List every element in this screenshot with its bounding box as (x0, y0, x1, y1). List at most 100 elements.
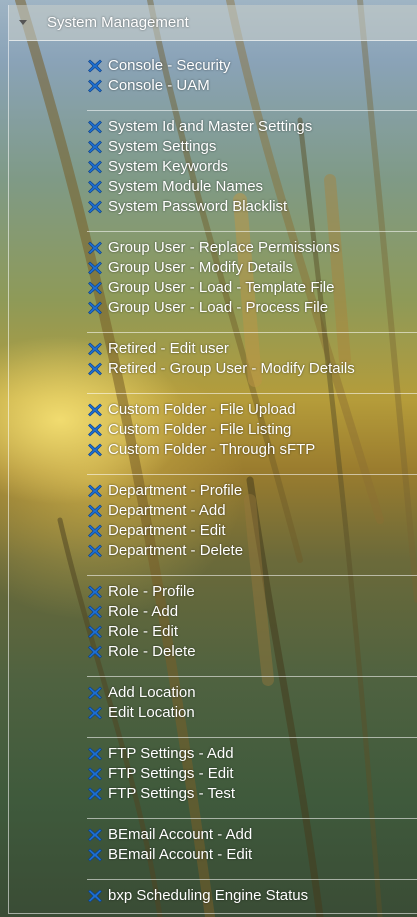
x-icon (88, 625, 102, 639)
menu-item[interactable]: BEmail Account - Add (87, 825, 417, 845)
menu-item-label: Custom Folder - Through sFTP (108, 441, 316, 458)
menu-item-label: BEmail Account - Add (108, 826, 253, 843)
menu-item-label: Role - Add (108, 603, 179, 620)
menu-item[interactable]: Custom Folder - File Listing (87, 420, 417, 440)
menu-group: Retired - Edit user Retired - Group User … (87, 339, 417, 394)
menu-item-label: Retired - Group User - Modify Details (108, 360, 355, 377)
menu-item-label: FTP Settings - Edit (108, 765, 234, 782)
menu-item-label: System Id and Master Settings (108, 118, 313, 135)
menu-group: Console - Security Console - UAM (87, 56, 417, 111)
menu-item-label: Add Location (108, 684, 196, 701)
menu-item-label: Group User - Load - Template File (108, 279, 335, 296)
menu-item-label: System Settings (108, 138, 217, 155)
x-icon (88, 767, 102, 781)
menu-item-label: Edit Location (108, 704, 195, 721)
menu-item[interactable]: Add Location (87, 683, 417, 703)
menu-item-label: bxp Scheduling Engine Status (108, 887, 309, 904)
x-icon (88, 160, 102, 174)
menu-item-label: Department - Delete (108, 542, 244, 559)
menu-item-label: Custom Folder - File Listing (108, 421, 292, 438)
x-icon (88, 403, 102, 417)
menu-item-label: System Keywords (108, 158, 229, 175)
menu-group: BEmail Account - Add BEmail Account - Edi… (87, 825, 417, 880)
menu-item-label: Department - Edit (108, 522, 226, 539)
caret-down-icon[interactable] (19, 20, 27, 25)
menu-group: Role - Profile Role - Add Role - Edit Role … (87, 582, 417, 677)
menu-item-label: Role - Delete (108, 643, 196, 660)
menu-item-label: Console - Security (108, 57, 231, 74)
menu-item[interactable]: Group User - Load - Template File (87, 278, 417, 298)
menu-item-label: FTP Settings - Add (108, 745, 234, 762)
menu-item[interactable]: Edit Location (87, 703, 417, 723)
menu-item[interactable]: Group User - Modify Details (87, 258, 417, 278)
x-icon (88, 585, 102, 599)
menu-group: bxp Scheduling Engine Status (87, 886, 417, 917)
menu-item[interactable]: Department - Add (87, 501, 417, 521)
menu-item[interactable]: Retired - Group User - Modify Details (87, 359, 417, 379)
menu-item[interactable]: BEmail Account - Edit (87, 845, 417, 865)
x-icon (88, 828, 102, 842)
menu-item-label: Group User - Modify Details (108, 259, 294, 276)
x-icon (88, 544, 102, 558)
menu-item[interactable]: System Id and Master Settings (87, 117, 417, 137)
menu-item[interactable]: Retired - Edit user (87, 339, 417, 359)
menu-item-label: Role - Profile (108, 583, 195, 600)
menu-item[interactable]: Console - UAM (87, 76, 417, 96)
menu-item[interactable]: FTP Settings - Test (87, 784, 417, 804)
x-icon (88, 362, 102, 376)
x-icon (88, 787, 102, 801)
menu-item[interactable]: System Keywords (87, 157, 417, 177)
menu-item-label: Custom Folder - File Upload (108, 401, 296, 418)
menu-item-label: Console - UAM (108, 77, 210, 94)
x-icon (88, 301, 102, 315)
menu-item[interactable]: FTP Settings - Edit (87, 764, 417, 784)
menu-group: Custom Folder - File Upload Custom Folder… (87, 400, 417, 475)
x-icon (88, 281, 102, 295)
x-icon (88, 484, 102, 498)
menu-group: FTP Settings - Add FTP Settings - Edit FTP… (87, 744, 417, 819)
background: System Management Console - Security Cons… (0, 0, 417, 917)
x-icon (88, 423, 102, 437)
menu-item[interactable]: System Module Names (87, 177, 417, 197)
x-icon (88, 747, 102, 761)
menu-item[interactable]: Role - Delete (87, 642, 417, 662)
menu-item-label: Role - Edit (108, 623, 179, 640)
x-icon (88, 848, 102, 862)
x-icon (88, 200, 102, 214)
x-icon (88, 889, 102, 903)
menu-item[interactable]: System Settings (87, 137, 417, 157)
menu-item[interactable]: FTP Settings - Add (87, 744, 417, 764)
menu-item[interactable]: Group User - Load - Process File (87, 298, 417, 318)
menu-item[interactable]: Role - Profile (87, 582, 417, 602)
x-icon (88, 645, 102, 659)
menu-item[interactable]: Custom Folder - File Upload (87, 400, 417, 420)
menu-group: Department - Profile Department - Add Depa… (87, 481, 417, 576)
x-icon (88, 443, 102, 457)
menu-item[interactable]: Group User - Replace Permissions (87, 238, 417, 258)
menu-item[interactable]: Department - Profile (87, 481, 417, 501)
x-icon (88, 605, 102, 619)
menu-group: Group User - Replace Permissions Group Us… (87, 238, 417, 333)
menu-item[interactable]: System Password Blacklist (87, 197, 417, 217)
menu-item[interactable]: bxp Scheduling Engine Status (87, 886, 417, 906)
panel-title: System Management (47, 14, 189, 31)
menu-item[interactable]: Department - Delete (87, 541, 417, 561)
x-icon (88, 180, 102, 194)
menu-item[interactable]: Console - Security (87, 56, 417, 76)
x-icon (88, 120, 102, 134)
menu-group: Add Location Edit Location (87, 683, 417, 738)
menu-item-label: Retired - Edit user (108, 340, 229, 357)
x-icon (88, 241, 102, 255)
menu-item[interactable]: Custom Folder - Through sFTP (87, 440, 417, 460)
x-icon (88, 140, 102, 154)
x-icon (88, 59, 102, 73)
x-icon (88, 79, 102, 93)
menu-item-label: Department - Profile (108, 482, 243, 499)
menu-item[interactable]: Role - Add (87, 602, 417, 622)
panel-header[interactable]: System Management (9, 5, 417, 41)
menu-item[interactable]: Role - Edit (87, 622, 417, 642)
menu-item-label: BEmail Account - Edit (108, 846, 253, 863)
menu-item[interactable]: Department - Edit (87, 521, 417, 541)
x-icon (88, 261, 102, 275)
x-icon (88, 706, 102, 720)
